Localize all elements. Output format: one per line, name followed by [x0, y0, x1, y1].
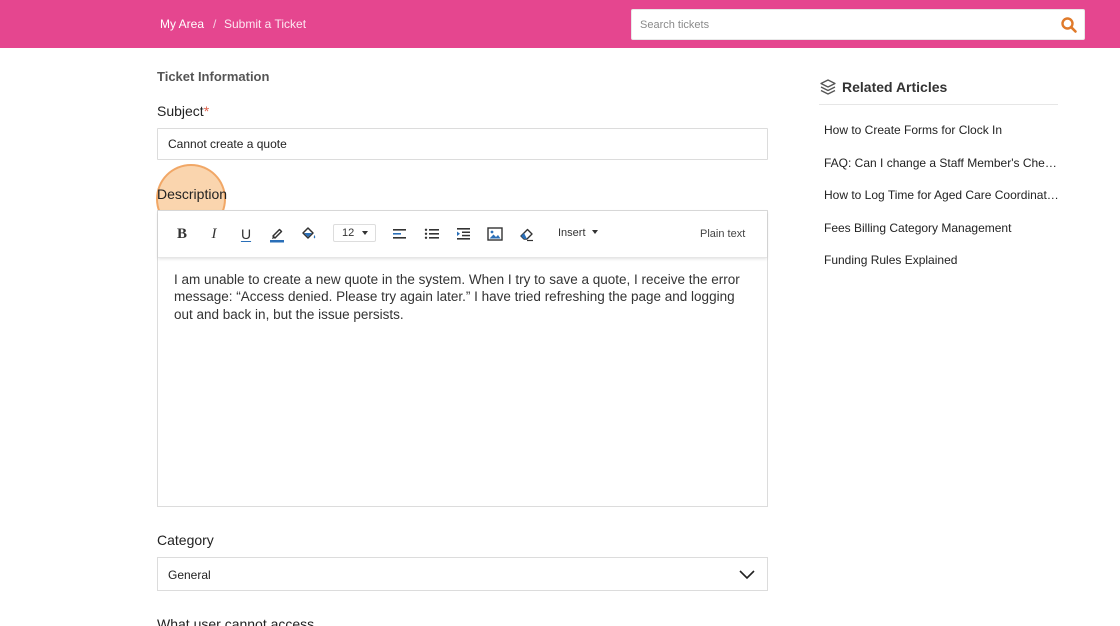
- image-icon[interactable]: [487, 225, 503, 243]
- indent-icon[interactable]: [456, 225, 472, 243]
- description-editor: B I U 12 Insert Plain text I am unable t…: [157, 210, 768, 507]
- insert-caret-icon: [591, 230, 598, 234]
- align-left-icon[interactable]: [392, 225, 408, 243]
- insert-label: Insert: [558, 227, 586, 239]
- subject-field: [157, 128, 768, 160]
- layers-icon: [819, 78, 837, 101]
- top-navigation-bar: My Area / Submit a Ticket: [0, 0, 1120, 48]
- category-select[interactable]: General: [157, 557, 768, 591]
- section-title: Ticket Information: [157, 69, 270, 84]
- search-icon[interactable]: [1060, 16, 1078, 34]
- font-size-select[interactable]: 12: [333, 224, 376, 242]
- related-article-link[interactable]: Funding Rules Explained: [824, 253, 1060, 267]
- chevron-down-icon: [739, 568, 755, 586]
- category-value: General: [168, 568, 211, 582]
- search-input[interactable]: [632, 10, 1052, 39]
- fill-color-icon[interactable]: [300, 225, 318, 243]
- bold-icon[interactable]: B: [176, 225, 188, 243]
- breadcrumb-separator: /: [213, 17, 217, 31]
- description-label: Description: [157, 186, 228, 202]
- required-mark: *: [203, 103, 210, 119]
- editor-toolbar: B I U 12 Insert Plain text: [158, 211, 767, 258]
- breadcrumb-current-page: Submit a Ticket: [224, 17, 307, 31]
- category-label: Category: [157, 532, 214, 548]
- search-box: [631, 9, 1085, 40]
- font-size-caret-icon: [362, 231, 368, 235]
- what-user-cannot-access-label: What user cannot access: [157, 616, 315, 626]
- description-text[interactable]: I am unable to create a new quote in the…: [174, 271, 752, 323]
- related-article-link[interactable]: FAQ: Can I change a Staff Member's Check…: [824, 156, 1060, 170]
- breadcrumb-my-area[interactable]: My Area: [160, 17, 204, 31]
- bullet-list-icon[interactable]: [424, 225, 440, 243]
- subject-input[interactable]: [158, 129, 767, 159]
- related-articles-title: Related Articles: [842, 79, 948, 95]
- related-article-link[interactable]: How to Create Forms for Clock In: [824, 123, 1060, 137]
- font-size-value: 12: [342, 227, 355, 239]
- insert-menu-button[interactable]: Insert: [558, 227, 598, 239]
- related-article-link[interactable]: Fees Billing Category Management: [824, 221, 1060, 235]
- subject-label: Subject*: [157, 103, 209, 119]
- plain-text-button[interactable]: Plain text: [700, 228, 745, 240]
- highlighter-icon[interactable]: [269, 225, 285, 243]
- italic-icon[interactable]: I: [208, 225, 220, 243]
- related-articles-header: Related Articles: [819, 77, 1058, 105]
- underline-icon[interactable]: U: [240, 225, 252, 243]
- related-article-link[interactable]: How to Log Time for Aged Care Coordinati…: [824, 188, 1060, 202]
- subject-label-text: Subject: [157, 103, 204, 119]
- eraser-icon[interactable]: [519, 225, 535, 243]
